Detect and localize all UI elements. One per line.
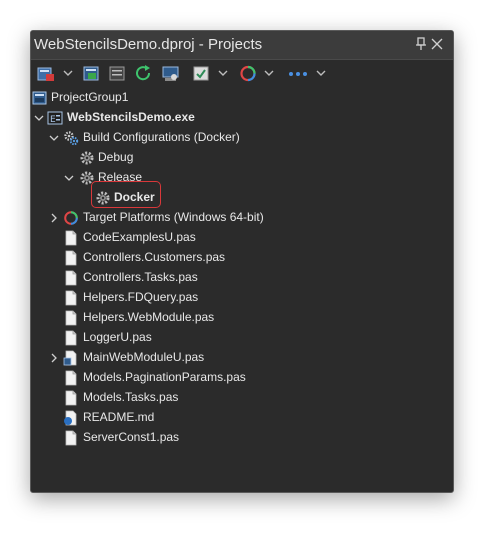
markdown-file-icon <box>64 410 77 426</box>
file-icon <box>65 230 77 246</box>
tree-item-label: Helpers.WebModule.pas <box>83 310 215 324</box>
chevron-down-icon[interactable] <box>61 65 75 82</box>
tree-item-file[interactable]: MainWebModuleU.pas <box>31 348 453 368</box>
tree-item-label: Models.Tasks.pas <box>83 390 179 404</box>
chevron-down-icon[interactable] <box>48 132 60 144</box>
more-icon[interactable] <box>287 65 309 82</box>
tree-item-label: CodeExamplesU.pas <box>83 230 196 244</box>
tree-item-projectgroup1[interactable]: ProjectGroup1 <box>31 88 453 108</box>
file-icon <box>65 250 77 266</box>
tree-item-label: Models.PaginationParams.pas <box>83 370 246 384</box>
tree-item-label: Build Configurations (Docker) <box>83 130 240 144</box>
tree-item-label: README.md <box>83 410 155 424</box>
gear-icon <box>80 151 94 165</box>
gears-icon <box>64 131 79 146</box>
svg-text:E: E <box>50 115 56 125</box>
chevron-down-icon[interactable] <box>262 65 276 82</box>
tree-item-file[interactable]: Models.PaginationParams.pas <box>31 368 453 388</box>
new-item-icon[interactable] <box>37 65 55 82</box>
file-icon <box>65 390 77 406</box>
tree-item-label: Controllers.Tasks.pas <box>83 270 198 284</box>
file-icon <box>65 310 77 326</box>
remove-file-icon[interactable] <box>109 65 127 82</box>
project-group-icon <box>32 91 47 105</box>
tree-item-file[interactable]: README.md <box>31 408 453 428</box>
title-bar: WebStencilsDemo.dproj - Projects <box>31 31 453 60</box>
tree-item-label: Helpers.FDQuery.pas <box>83 290 199 304</box>
tree-item-file[interactable]: CodeExamplesU.pas <box>31 228 453 248</box>
tree-item-label: LoggerU.pas <box>83 330 152 344</box>
exe-project-icon: E <box>47 111 63 125</box>
tree-item-file[interactable]: Controllers.Tasks.pas <box>31 268 453 288</box>
tree-item-file[interactable]: Helpers.WebModule.pas <box>31 308 453 328</box>
chevron-right-icon[interactable] <box>48 352 60 364</box>
chevron-down-icon[interactable] <box>216 65 230 82</box>
tree-item-file[interactable]: Helpers.FDQuery.pas <box>31 288 453 308</box>
file-icon <box>65 430 77 446</box>
chevron-down-icon[interactable] <box>63 172 75 184</box>
tree-item-label: WebStencilsDemo.exe <box>67 110 195 124</box>
tree-item-label: ServerConst1.pas <box>83 430 180 444</box>
chevron-right-icon[interactable] <box>48 212 60 224</box>
tree-item-debug[interactable]: Debug <box>31 148 453 168</box>
webmodule-file-icon <box>63 350 77 366</box>
refresh-icon[interactable] <box>135 65 153 82</box>
tree-item-target-platforms[interactable]: Target Platforms (Windows 64-bit) <box>31 208 453 228</box>
tree-item-label: ProjectGroup1 <box>51 90 129 104</box>
file-icon <box>65 330 77 346</box>
tree-item-file[interactable]: Models.Tasks.pas <box>31 388 453 408</box>
file-icon <box>65 270 77 286</box>
build-icon[interactable] <box>162 65 180 82</box>
tree-item-label: MainWebModuleU.pas <box>83 350 205 364</box>
projects-panel: WebStencilsDemo.dproj - Projects Project… <box>30 30 454 493</box>
tree-item-file[interactable]: ServerConst1.pas <box>31 428 453 448</box>
tree-item-label: Target Platforms (Windows 64-bit) <box>83 210 264 224</box>
tree-item-file[interactable]: Controllers.Customers.pas <box>31 248 453 268</box>
close-icon[interactable] <box>430 36 444 52</box>
pin-icon[interactable] <box>414 36 428 52</box>
activate-icon[interactable] <box>193 65 211 82</box>
tree-item-webstencilsdemo-exe[interactable]: E WebStencilsDemo.exe <box>31 108 453 128</box>
toolbar <box>31 60 453 87</box>
chevron-down-icon[interactable] <box>314 65 328 82</box>
target-platform-icon[interactable] <box>239 65 257 82</box>
chevron-down-icon[interactable] <box>33 112 45 124</box>
tree-item-file[interactable]: LoggerU.pas <box>31 328 453 348</box>
platform-icon <box>64 211 78 225</box>
file-icon <box>65 290 77 306</box>
add-file-icon[interactable] <box>83 65 101 82</box>
tree-item-label: Controllers.Customers.pas <box>83 250 226 264</box>
window-title: WebStencilsDemo.dproj - Projects <box>34 36 263 53</box>
selection-highlight <box>91 181 161 208</box>
file-icon <box>65 370 77 386</box>
tree-item-label: Debug <box>98 150 134 164</box>
tree-item-build-configurations[interactable]: Build Configurations (Docker) <box>31 128 453 148</box>
